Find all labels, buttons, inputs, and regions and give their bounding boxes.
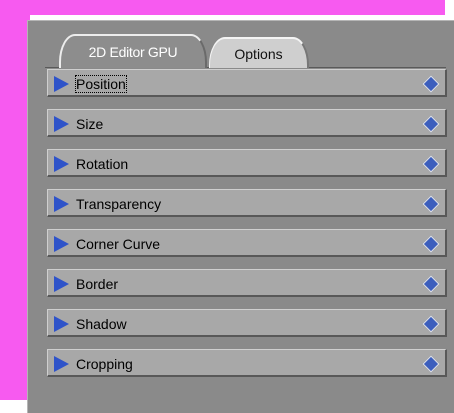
expand-triangle-icon[interactable] xyxy=(54,196,69,212)
expand-triangle-icon[interactable] xyxy=(54,76,69,92)
section-label-transparency: Transparency xyxy=(76,196,162,212)
section-label-rotation: Rotation xyxy=(76,156,129,172)
keyframe-diamond-icon[interactable] xyxy=(422,75,440,93)
magenta-background-top xyxy=(0,0,445,15)
section-label-corner-curve: Corner Curve xyxy=(76,236,161,252)
section-row-transparency[interactable]: Transparency xyxy=(47,189,447,217)
section-list: Position Size Rotation Transparency Corn… xyxy=(47,67,447,389)
section-label-cropping: Cropping xyxy=(76,356,133,372)
keyframe-diamond-icon[interactable] xyxy=(422,355,440,373)
keyframe-diamond-icon[interactable] xyxy=(422,155,440,173)
section-row-cropping[interactable]: Cropping xyxy=(47,349,447,377)
keyframe-diamond-icon[interactable] xyxy=(422,275,440,293)
section-label-shadow: Shadow xyxy=(76,316,127,332)
keyframe-diamond-icon[interactable] xyxy=(422,235,440,253)
expand-triangle-icon[interactable] xyxy=(54,276,69,292)
expand-triangle-icon[interactable] xyxy=(54,116,69,132)
keyframe-diamond-icon[interactable] xyxy=(422,315,440,333)
tab-bar: 2D Editor GPU Options xyxy=(27,20,454,68)
magenta-background-left xyxy=(0,0,30,400)
section-row-shadow[interactable]: Shadow xyxy=(47,309,447,337)
tab-2d-editor-gpu-label: 2D Editor GPU xyxy=(88,44,178,60)
expand-triangle-icon[interactable] xyxy=(54,156,69,172)
section-label-size: Size xyxy=(76,116,104,132)
keyframe-diamond-icon[interactable] xyxy=(422,115,440,133)
expand-triangle-icon[interactable] xyxy=(54,356,69,372)
section-row-corner-curve[interactable]: Corner Curve xyxy=(47,229,447,257)
section-row-position[interactable]: Position xyxy=(47,69,447,97)
expand-triangle-icon[interactable] xyxy=(54,316,69,332)
expand-triangle-icon[interactable] xyxy=(54,236,69,252)
section-row-border[interactable]: Border xyxy=(47,269,447,297)
keyframe-diamond-icon[interactable] xyxy=(422,195,440,213)
tab-options-label: Options xyxy=(234,45,283,62)
tab-2d-editor-gpu[interactable]: 2D Editor GPU xyxy=(59,34,207,68)
section-row-size[interactable]: Size xyxy=(47,109,447,137)
tab-options[interactable]: Options xyxy=(209,37,309,68)
section-row-rotation[interactable]: Rotation xyxy=(47,149,447,177)
effects-panel: 2D Editor GPU Options Position Size Rota… xyxy=(27,20,454,413)
section-label-border: Border xyxy=(76,276,119,292)
section-label-position: Position xyxy=(75,75,127,93)
